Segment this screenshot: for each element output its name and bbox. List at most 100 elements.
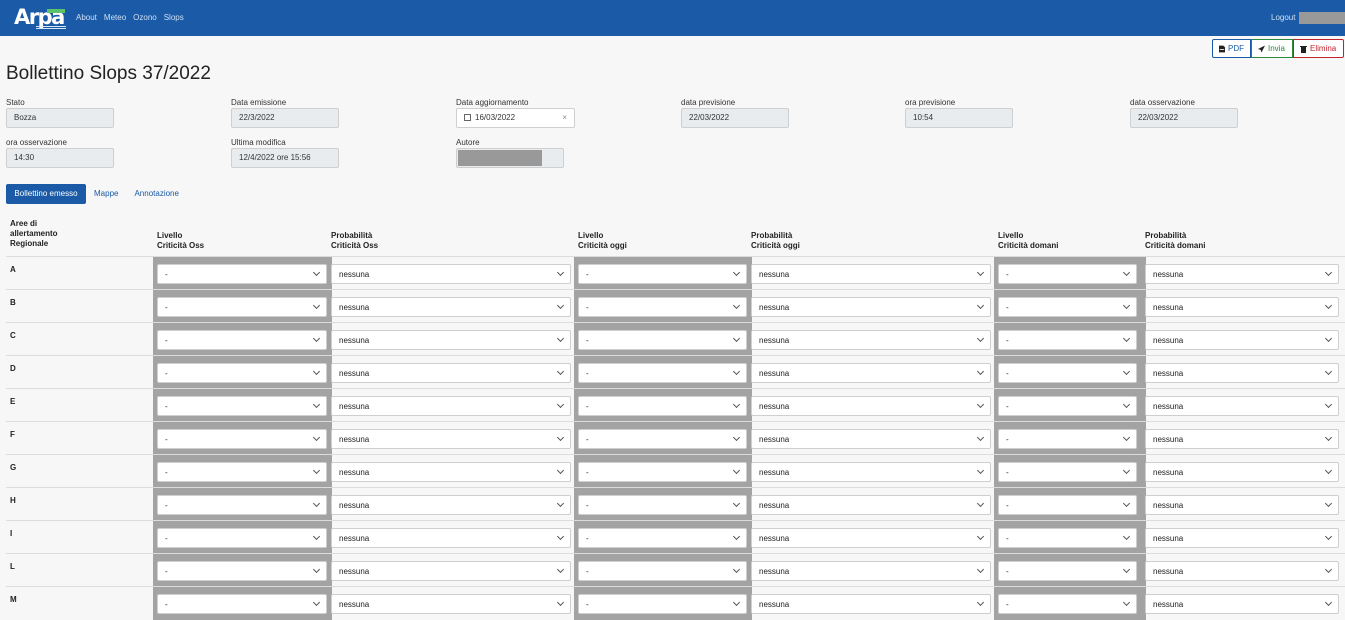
select-prob-oss[interactable]: nessuna [331,528,571,548]
select-prob-domani[interactable]: nessuna [1145,594,1339,614]
field-ora-previsione-label: ora previsione [905,98,956,107]
chevron-down-icon [312,598,321,607]
select-liv-domani[interactable]: - [998,429,1137,449]
select-prob-oss[interactable]: nessuna [331,396,571,416]
select-prob-oggi[interactable]: nessuna [751,330,991,350]
select-liv-oss[interactable]: - [157,396,327,416]
select-prob-oggi[interactable]: nessuna [751,528,991,548]
select-liv-oss[interactable]: - [157,594,327,614]
select-prob-domani[interactable]: nessuna [1145,495,1339,515]
select-liv-domani[interactable]: - [998,495,1137,515]
select-prob-oss[interactable]: nessuna [331,594,571,614]
select-prob-oss[interactable]: nessuna [331,330,571,350]
select-liv-oggi[interactable]: - [578,330,747,350]
select-liv-oggi[interactable]: - [578,363,747,383]
nav-link-about[interactable]: About [76,13,97,22]
select-prob-oggi[interactable]: nessuna [751,594,991,614]
select-prob-oss[interactable]: nessuna [331,297,571,317]
select-liv-oss[interactable]: - [157,528,327,548]
logout-link[interactable]: Logout [1271,13,1295,22]
tab-annotazione[interactable]: Annotazione [126,184,186,204]
select-prob-oggi[interactable]: nessuna [751,429,991,449]
arpa-logo[interactable]: Arpa [14,5,66,31]
select-prob-domani[interactable]: nessuna [1145,561,1339,581]
autore-redacted [458,150,542,166]
select-liv-oggi[interactable]: - [578,264,747,284]
select-liv-oggi[interactable]: - [578,561,747,581]
select-liv-domani[interactable]: - [998,363,1137,383]
select-prob-domani[interactable]: nessuna [1145,297,1339,317]
select-liv-oggi[interactable]: - [578,429,747,449]
clear-icon[interactable]: × [562,109,567,127]
select-prob-oss[interactable]: nessuna [331,495,571,515]
select-liv-oss[interactable]: - [157,297,327,317]
select-prob-oss[interactable]: nessuna [331,429,571,449]
nav-link-slops[interactable]: Slops [164,13,184,22]
select-prob-oggi[interactable]: nessuna [751,462,991,482]
select-liv-oss[interactable]: - [157,429,327,449]
select-liv-domani[interactable]: - [998,330,1137,350]
select-liv-oss[interactable]: - [157,561,327,581]
select-liv-oggi[interactable]: - [578,462,747,482]
header-prob-oss: Probabilità Criticità Oss [331,231,378,251]
select-prob-domani[interactable]: nessuna [1145,528,1339,548]
tab-mappe[interactable]: Mappe [86,184,126,204]
select-liv-domani[interactable]: - [998,561,1137,581]
select-value: - [586,501,589,510]
select-prob-oggi[interactable]: nessuna [751,495,991,515]
select-liv-oggi[interactable]: - [578,495,747,515]
data-aggiornamento-datepicker[interactable]: 16/03/2022 × [456,108,575,128]
select-liv-oss[interactable]: - [157,330,327,350]
select-prob-oggi[interactable]: nessuna [751,363,991,383]
select-liv-domani[interactable]: - [998,462,1137,482]
select-prob-oss[interactable]: nessuna [331,462,571,482]
select-liv-oggi[interactable]: - [578,594,747,614]
select-prob-oss[interactable]: nessuna [331,363,571,383]
select-liv-oss[interactable]: - [157,264,327,284]
select-liv-domani[interactable]: - [998,528,1137,548]
select-prob-domani[interactable]: nessuna [1145,396,1339,416]
select-prob-domani[interactable]: nessuna [1145,330,1339,350]
select-liv-oss[interactable]: - [157,462,327,482]
select-liv-oggi[interactable]: - [578,528,747,548]
select-value: - [165,303,168,312]
select-prob-domani[interactable]: nessuna [1145,462,1339,482]
tab-bollettino-emesso[interactable]: Bollettino emesso [6,184,86,204]
select-prob-domani[interactable]: nessuna [1145,264,1339,284]
select-liv-oss[interactable]: - [157,363,327,383]
select-liv-oss[interactable]: - [157,495,327,515]
pdf-button[interactable]: PDF [1212,39,1251,58]
invia-button[interactable]: Invia [1251,39,1293,58]
select-value: nessuna [1153,369,1184,378]
select-prob-oggi[interactable]: nessuna [751,264,991,284]
select-value: nessuna [759,303,790,312]
table-row: M - nessuna - nessuna - nessuna [6,586,1345,620]
select-value: nessuna [1153,501,1184,510]
select-liv-oggi[interactable]: - [578,297,747,317]
chevron-down-icon [1324,367,1333,376]
select-prob-domani[interactable]: nessuna [1145,429,1339,449]
table-row: E - nessuna - nessuna - nessuna [6,388,1345,422]
select-liv-oggi[interactable]: - [578,396,747,416]
select-prob-oggi[interactable]: nessuna [751,297,991,317]
select-value: nessuna [759,501,790,510]
header-liv-oggi-line1: Livello [578,231,604,240]
select-liv-domani[interactable]: - [998,264,1137,284]
chevron-down-icon [312,334,321,343]
select-liv-domani[interactable]: - [998,594,1137,614]
header-area: Aree di allertamento Regionale [10,219,58,249]
nav-link-ozono[interactable]: Ozono [133,13,157,22]
select-liv-domani[interactable]: - [998,396,1137,416]
select-prob-oss[interactable]: nessuna [331,561,571,581]
select-prob-oss[interactable]: nessuna [331,264,571,284]
select-prob-oggi[interactable]: nessuna [751,396,991,416]
select-prob-domani[interactable]: nessuna [1145,363,1339,383]
select-value: nessuna [759,600,790,609]
nav-link-meteo[interactable]: Meteo [104,13,126,22]
select-prob-oggi[interactable]: nessuna [751,561,991,581]
select-liv-domani[interactable]: - [998,297,1137,317]
elimina-button[interactable]: Elimina [1293,39,1344,58]
select-value: - [586,468,589,477]
chevron-down-icon [312,499,321,508]
chevron-down-icon [556,466,565,475]
